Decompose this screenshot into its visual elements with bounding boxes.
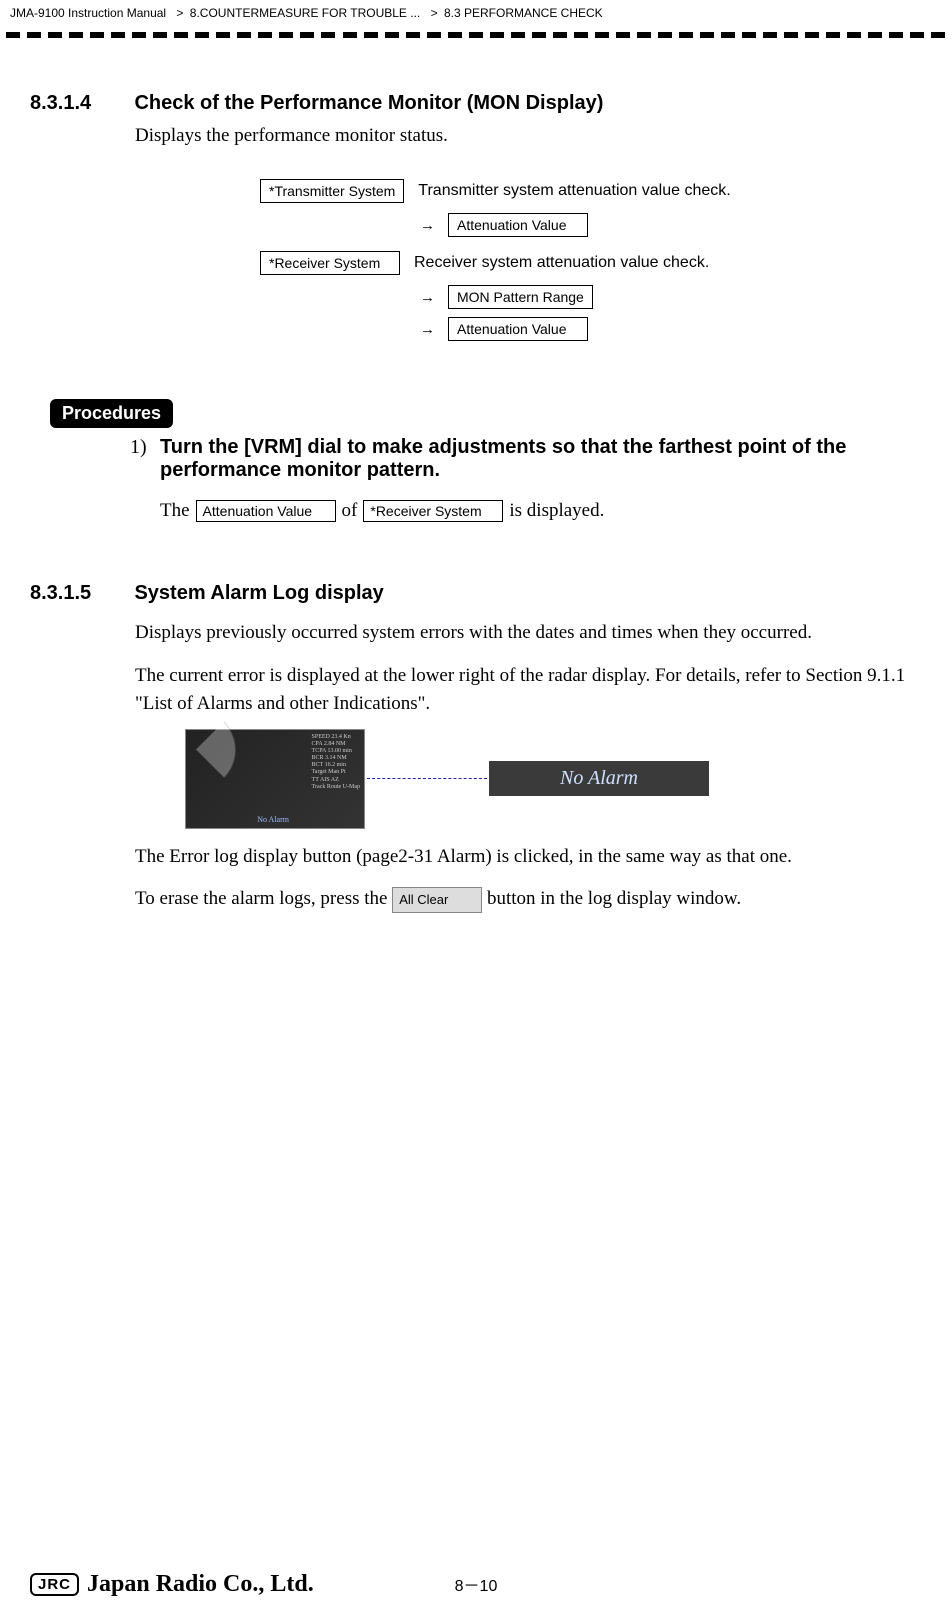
- step-detail: The Attenuation Value of *Receiver Syste…: [160, 500, 922, 522]
- section2-p3: The Error log display button (page2-31 A…: [135, 843, 922, 872]
- jrc-badge: JRC: [30, 1573, 79, 1596]
- section-intro: Displays the performance monitor status.: [135, 125, 922, 147]
- section-heading-2: 8.3.1.5 System Alarm Log display: [30, 582, 922, 605]
- transmitter-system-box: *Transmitter System: [260, 179, 404, 203]
- section-title: System Alarm Log display: [134, 582, 383, 605]
- section-title: Check of the Performance Monitor (MON Di…: [134, 92, 603, 115]
- company-name: Japan Radio Co., Ltd.: [87, 1571, 314, 1598]
- radar-alarm-figure: SPEED 23.4 KnCPA 2.84 NMTCPA 13.00 minBC…: [185, 729, 922, 829]
- text-the: The: [160, 500, 190, 522]
- page-footer: JRC Japan Radio Co., Ltd. 8－10: [0, 1572, 952, 1596]
- section2-p4: To erase the alarm logs, press the All C…: [135, 885, 922, 914]
- section2-p2: The current error is displayed at the lo…: [135, 662, 922, 719]
- receiver-system-inline: *Receiver System: [363, 500, 503, 522]
- manual-name: JMA-9100 Instruction Manual: [10, 6, 166, 20]
- page-number: 8－10: [455, 1572, 498, 1596]
- section-number: 8.3.1.5: [30, 582, 130, 605]
- p4-text-a: To erase the alarm logs, press the: [135, 888, 392, 909]
- mon-diagram: *Transmitter System Transmitter system a…: [260, 177, 922, 341]
- arrow-icon: →: [420, 289, 448, 306]
- procedure-step-1: 1) Turn the [VRM] dial to make adjustmen…: [160, 436, 922, 522]
- no-alarm-callout: No Alarm: [489, 761, 709, 796]
- breadcrumb-section: 8.3 PERFORMANCE CHECK: [444, 6, 603, 20]
- breadcrumb-separator: >: [176, 6, 183, 20]
- attenuation-value-box-2: Attenuation Value: [448, 317, 588, 341]
- breadcrumb: JMA-9100 Instruction Manual > 8.COUNTERM…: [0, 0, 952, 20]
- all-clear-button[interactable]: All Clear: [392, 887, 482, 913]
- receiver-desc: Receiver system attenuation value check.: [414, 254, 709, 272]
- arrow-icon: →: [420, 321, 448, 338]
- mon-pattern-range-box: MON Pattern Range: [448, 285, 593, 309]
- transmitter-desc: Transmitter system attenuation value che…: [418, 182, 730, 200]
- section2-p1: Displays previously occurred system erro…: [135, 619, 922, 648]
- receiver-system-box: *Receiver System: [260, 251, 400, 275]
- text-of: of: [342, 500, 358, 522]
- breadcrumb-chapter: 8.COUNTERMEASURE FOR TROUBLE ...: [190, 6, 420, 20]
- attenuation-value-inline: Attenuation Value: [196, 500, 336, 522]
- text-is-displayed: is displayed.: [509, 500, 604, 522]
- divider-dashed: [0, 22, 952, 52]
- radar-thumbnail: SPEED 23.4 KnCPA 2.84 NMTCPA 13.00 minBC…: [185, 729, 365, 829]
- section-number: 8.3.1.4: [30, 92, 130, 115]
- step-text: Turn the [VRM] dial to make adjustments …: [160, 436, 846, 481]
- jrc-logo: JRC Japan Radio Co., Ltd.: [30, 1571, 314, 1598]
- section-heading-1: 8.3.1.4 Check of the Performance Monitor…: [30, 92, 922, 115]
- p4-text-b: button in the log display window.: [487, 888, 741, 909]
- procedures-badge: Procedures: [50, 399, 173, 428]
- breadcrumb-separator: >: [431, 6, 438, 20]
- leader-line: [367, 778, 487, 779]
- arrow-icon: →: [420, 217, 448, 234]
- step-number: 1): [130, 436, 147, 459]
- attenuation-value-box: Attenuation Value: [448, 213, 588, 237]
